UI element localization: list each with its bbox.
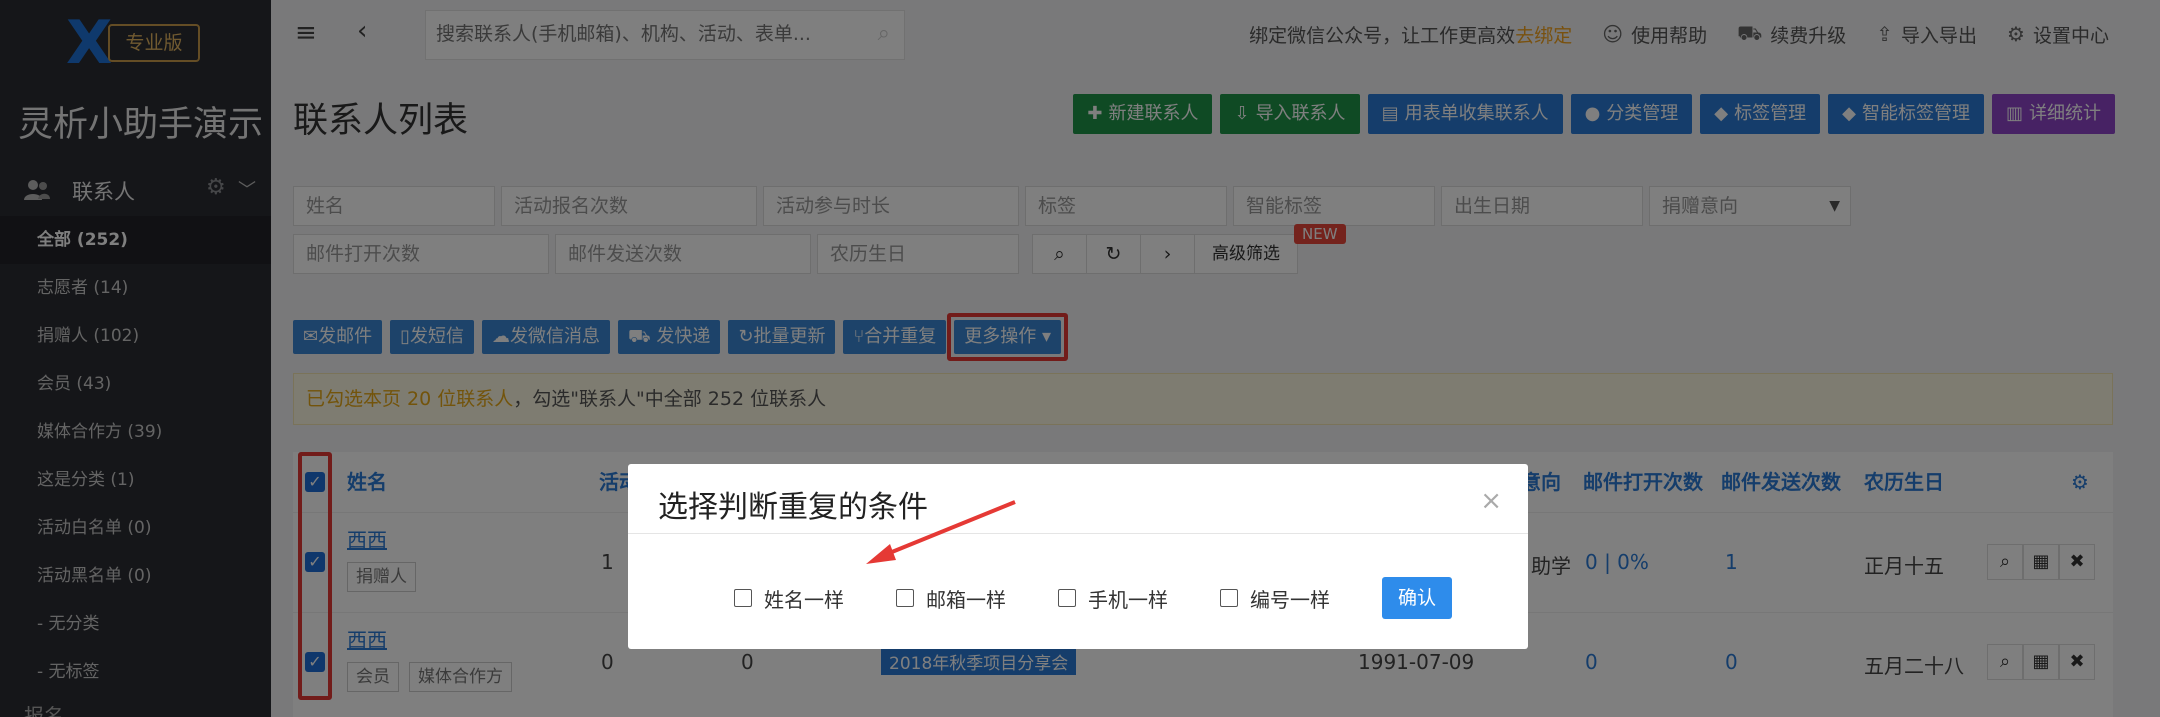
- annotation-arrow: [866, 500, 1016, 564]
- criteria-email-same[interactable]: 邮箱一样: [896, 584, 1006, 613]
- criteria-id-label: 编号一样: [1250, 587, 1330, 612]
- close-icon[interactable]: ×: [1480, 486, 1502, 516]
- criteria-options: 姓名一样 邮箱一样 手机一样 编号一样 确认: [734, 577, 1452, 619]
- criteria-phone-same[interactable]: 手机一样: [1058, 584, 1168, 613]
- criteria-email-label: 邮箱一样: [926, 587, 1006, 612]
- dialog-divider: [628, 533, 1528, 534]
- checkbox[interactable]: [734, 589, 752, 607]
- checkbox[interactable]: [1058, 589, 1076, 607]
- confirm-button[interactable]: 确认: [1382, 577, 1452, 619]
- duplicate-criteria-dialog: 选择判断重复的条件 × 姓名一样 邮箱一样 手机一样 编号一样 确认: [628, 464, 1528, 649]
- criteria-name-same[interactable]: 姓名一样: [734, 584, 844, 613]
- criteria-name-label: 姓名一样: [764, 587, 844, 612]
- criteria-phone-label: 手机一样: [1088, 587, 1168, 612]
- checkbox[interactable]: [896, 589, 914, 607]
- criteria-id-same[interactable]: 编号一样: [1220, 584, 1330, 613]
- checkbox[interactable]: [1220, 589, 1238, 607]
